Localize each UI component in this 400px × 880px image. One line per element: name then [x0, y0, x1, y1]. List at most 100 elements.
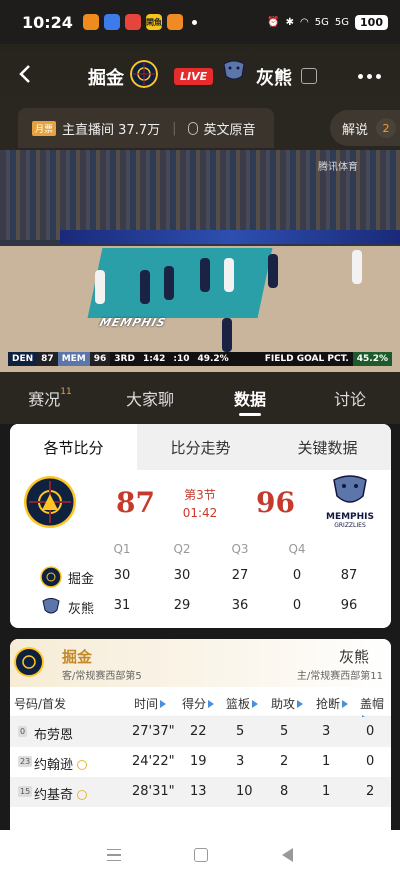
- video-led-board: [60, 230, 400, 244]
- player-row[interactable]: 23 约翰逊 24'22" 19 3 2 1 0: [10, 747, 391, 777]
- stats-team-name[interactable]: 掘金: [62, 646, 92, 667]
- player-rows: 0 布劳恩 27'37" 22 5 5 3 0 23 约翰逊 24'22" 19…: [10, 717, 391, 807]
- tab-quarter-scores[interactable]: 各节比分: [10, 424, 137, 470]
- tab-score-trend[interactable]: 比分走势: [137, 424, 264, 470]
- away-total-score: 96: [256, 486, 295, 519]
- battery-level: 100: [355, 14, 388, 30]
- quarter-score-card: 各节比分 比分走势 关键数据 87 第3节 01:42 96 MEMPHIS G…: [10, 424, 391, 628]
- wifi-icon: ◠: [300, 16, 309, 28]
- main-stream-label[interactable]: 主直播间 37.7万: [62, 119, 160, 138]
- sort-arrow-icon: [160, 700, 167, 708]
- quarter-row-home: 掘金 30 30 27 0 87: [10, 562, 391, 592]
- player-row[interactable]: 15 约基奇 28'31" 13 10 8 1 2: [10, 777, 391, 807]
- english-audio-label[interactable]: 英文原音: [203, 119, 255, 138]
- commentary-count: 2: [376, 118, 397, 138]
- switch-icon[interactable]: [301, 68, 317, 84]
- weibo-app-icon: [82, 14, 99, 30]
- player-figure: [268, 254, 278, 288]
- stream-selector[interactable]: 月票 主直播间 37.7万 | 英文原音: [18, 108, 274, 148]
- score-sub-tabs: 各节比分 比分走势 关键数据: [10, 424, 391, 470]
- tab-game-status[interactable]: 赛况 11: [0, 372, 100, 424]
- tab-badge: 11: [60, 387, 72, 397]
- quarter-header-row: Q1 Q2 Q3 Q4: [113, 542, 306, 556]
- status-bar: 10:24 閑魚 ⏰ ✱ ◠ 5G 5G 100: [0, 0, 400, 44]
- stats-opponent-name[interactable]: 灰熊: [339, 646, 369, 667]
- player-figure: [222, 318, 232, 352]
- sort-arrow-icon: [342, 700, 349, 708]
- scorebug-stat-label: FIELD GOAL PCT.: [264, 354, 349, 364]
- grizzlies-logo-icon[interactable]: [220, 58, 248, 86]
- player-row[interactable]: 0 布劳恩 27'37" 22 5 5 3 0: [10, 717, 391, 747]
- scorebug-shot-clock: :10: [173, 354, 190, 364]
- tab-data[interactable]: 数据: [200, 372, 300, 424]
- app-red-icon: [124, 14, 141, 30]
- player-figure: [352, 250, 362, 284]
- home-total-score: 87: [116, 486, 155, 519]
- player-figure: [224, 258, 234, 292]
- status-time: 10:24: [22, 12, 73, 32]
- stream-bar: 月票 主直播间 37.7万 | 英文原音 解说 2: [0, 108, 400, 150]
- app-yellow-icon: 閑魚: [145, 14, 162, 30]
- sort-arrow-icon: [297, 700, 304, 708]
- sort-time[interactable]: 时间: [134, 695, 167, 712]
- tab-discussion[interactable]: 讨论: [300, 372, 400, 424]
- period-clock: 01:42: [182, 506, 218, 520]
- back-icon[interactable]: [14, 62, 38, 86]
- sort-assists[interactable]: 助攻: [271, 695, 304, 712]
- scorebug-home-abbr: MEM: [57, 352, 90, 366]
- star-player-icon: [77, 790, 88, 800]
- player-figure: [140, 270, 150, 304]
- tencent-sports-watermark: 腾讯体育: [318, 162, 358, 173]
- status-app-icons: 閑魚: [82, 14, 197, 30]
- video-player[interactable]: MEMPHIS 腾讯体育 DEN 87 MEM 96 3RD 1:42 :10 …: [0, 150, 400, 372]
- sort-arrow-icon: [252, 700, 259, 708]
- bluetooth-icon: ✱: [285, 16, 295, 28]
- recent-apps-icon[interactable]: [106, 849, 121, 861]
- system-nav-bar: [0, 830, 400, 880]
- nuggets-logo-icon[interactable]: [130, 60, 158, 88]
- back-nav-icon[interactable]: [282, 848, 294, 862]
- tv-scorebug: DEN 87 MEM 96 3RD 1:42 :10 49.2% FIELD G…: [8, 352, 392, 366]
- scorebug-period: 3RD: [114, 354, 135, 364]
- notification-dot-icon: [191, 19, 197, 25]
- signal-1: 5G: [314, 16, 329, 28]
- video-paint: [87, 248, 273, 318]
- sort-steals[interactable]: 抢断: [316, 695, 349, 712]
- app-blue-icon: [103, 14, 120, 30]
- team-name: 灰熊: [68, 601, 95, 617]
- quarter-table: Q1 Q2 Q3 Q4 掘金 30 30 27 0 87 灰熊 31 29 36…: [10, 536, 391, 622]
- player-stats-card: 掘金 客/常规赛西部第5 灰熊 主/常规赛西部第11 号码/首发 时间 得分 篮…: [10, 639, 391, 830]
- scorebug-clock: 1:42: [142, 354, 166, 364]
- live-badge: LIVE: [174, 68, 214, 85]
- score-summary: 87 第3节 01:42 96 MEMPHIS GRIZZLIES: [10, 474, 391, 532]
- status-indicators: ⏰ ✱ ◠ 5G 5G 100: [267, 14, 388, 30]
- home-team-name[interactable]: 掘金: [88, 64, 124, 90]
- stats-team-header: 掘金 客/常规赛西部第5 灰熊 主/常规赛西部第11: [10, 639, 391, 687]
- scorebug-den-pct: 49.2%: [197, 354, 229, 364]
- nuggets-logo-icon: [40, 566, 62, 588]
- microphone-icon: [188, 121, 199, 135]
- app-orange-icon: [166, 14, 183, 30]
- player-figure: [164, 266, 174, 300]
- grizzlies-logo-icon: MEMPHIS GRIZZLIES: [324, 474, 376, 529]
- stats-column-header: 号码/首发 时间 得分 篮板 助攻 抢断 盖帽: [10, 687, 391, 723]
- scorebug-away-abbr: DEN: [8, 352, 38, 366]
- grizzlies-logo-icon: [42, 598, 60, 614]
- commentary-button[interactable]: 解说 2: [330, 110, 400, 146]
- star-player-icon: [77, 760, 88, 770]
- tab-key-stats[interactable]: 关键数据: [264, 424, 391, 470]
- commentary-label: 解说: [342, 122, 369, 138]
- sort-rebounds[interactable]: 篮板: [226, 695, 259, 712]
- more-options-icon[interactable]: [358, 74, 381, 79]
- period-info: 第3节 01:42: [170, 486, 230, 522]
- divider: |: [172, 120, 177, 136]
- home-icon[interactable]: [194, 848, 209, 862]
- alarm-icon: ⏰: [267, 16, 280, 28]
- stats-opponent-sub: 主/常规赛西部第11: [296, 671, 383, 682]
- away-team-name[interactable]: 灰熊: [256, 64, 292, 90]
- tab-chat[interactable]: 大家聊: [100, 372, 200, 424]
- court-logo: MEMPHIS: [98, 316, 168, 329]
- sort-points[interactable]: 得分: [182, 695, 215, 712]
- scorebug-home-score: 96: [89, 352, 111, 366]
- signal-2: 5G: [334, 16, 350, 28]
